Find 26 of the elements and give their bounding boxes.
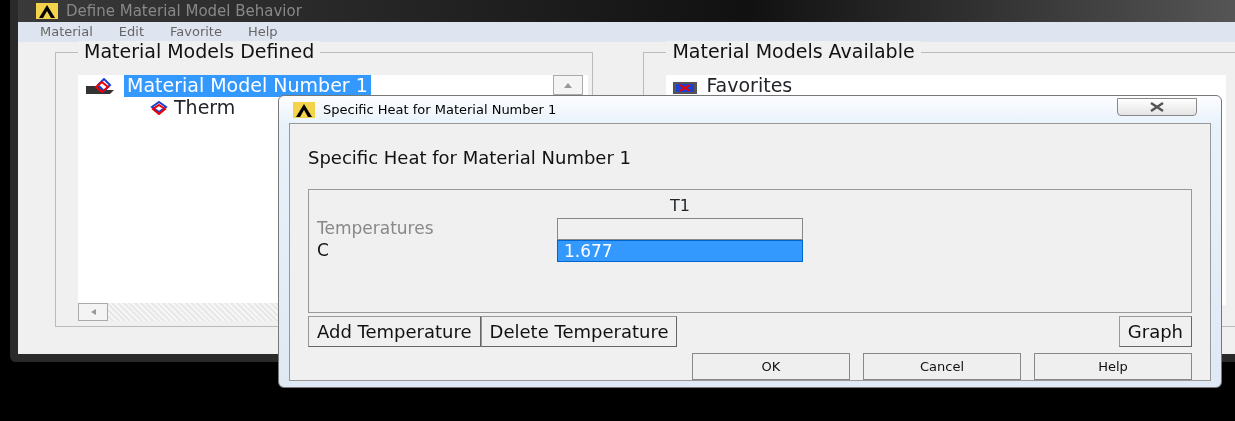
scroll-left-button[interactable]: [78, 303, 108, 321]
dialog-button[interactable]: Cancel: [863, 353, 1021, 380]
menu-item[interactable]: Favorite: [170, 22, 222, 42]
app-logo-icon: [36, 3, 58, 19]
app-logo-icon: [293, 101, 315, 118]
column-header: T1: [669, 195, 691, 217]
close-button[interactable]: [1117, 98, 1197, 116]
dialog-heading: Specific Heat for Material Number 1: [308, 146, 632, 170]
menu-item[interactable]: Help: [247, 22, 278, 42]
close-icon: [1149, 102, 1165, 112]
dialog-button[interactable]: Help: [1034, 353, 1192, 380]
graph-button[interactable]: Graph: [1118, 316, 1192, 347]
dialog-title: Specific Heat for Material Number 1: [323, 100, 557, 119]
menu-item[interactable]: Material: [40, 22, 93, 42]
model-icon: [150, 100, 168, 115]
arrow-up-icon: [563, 81, 573, 89]
window-title: Define Material Model Behavior: [66, 3, 302, 19]
table-button[interactable]: Delete Temperature: [480, 316, 678, 347]
tree-item[interactable]: Favorites: [706, 75, 793, 97]
row-label: C: [317, 239, 330, 263]
tree-item[interactable]: Therm: [174, 96, 236, 119]
row-label: Temperatures: [317, 217, 435, 241]
scroll-up-button[interactable]: [553, 75, 583, 95]
dialog-button[interactable]: OK: [692, 353, 850, 380]
table-button[interactable]: Add Temperature: [308, 316, 481, 347]
menu-item[interactable]: Edit: [118, 22, 144, 42]
